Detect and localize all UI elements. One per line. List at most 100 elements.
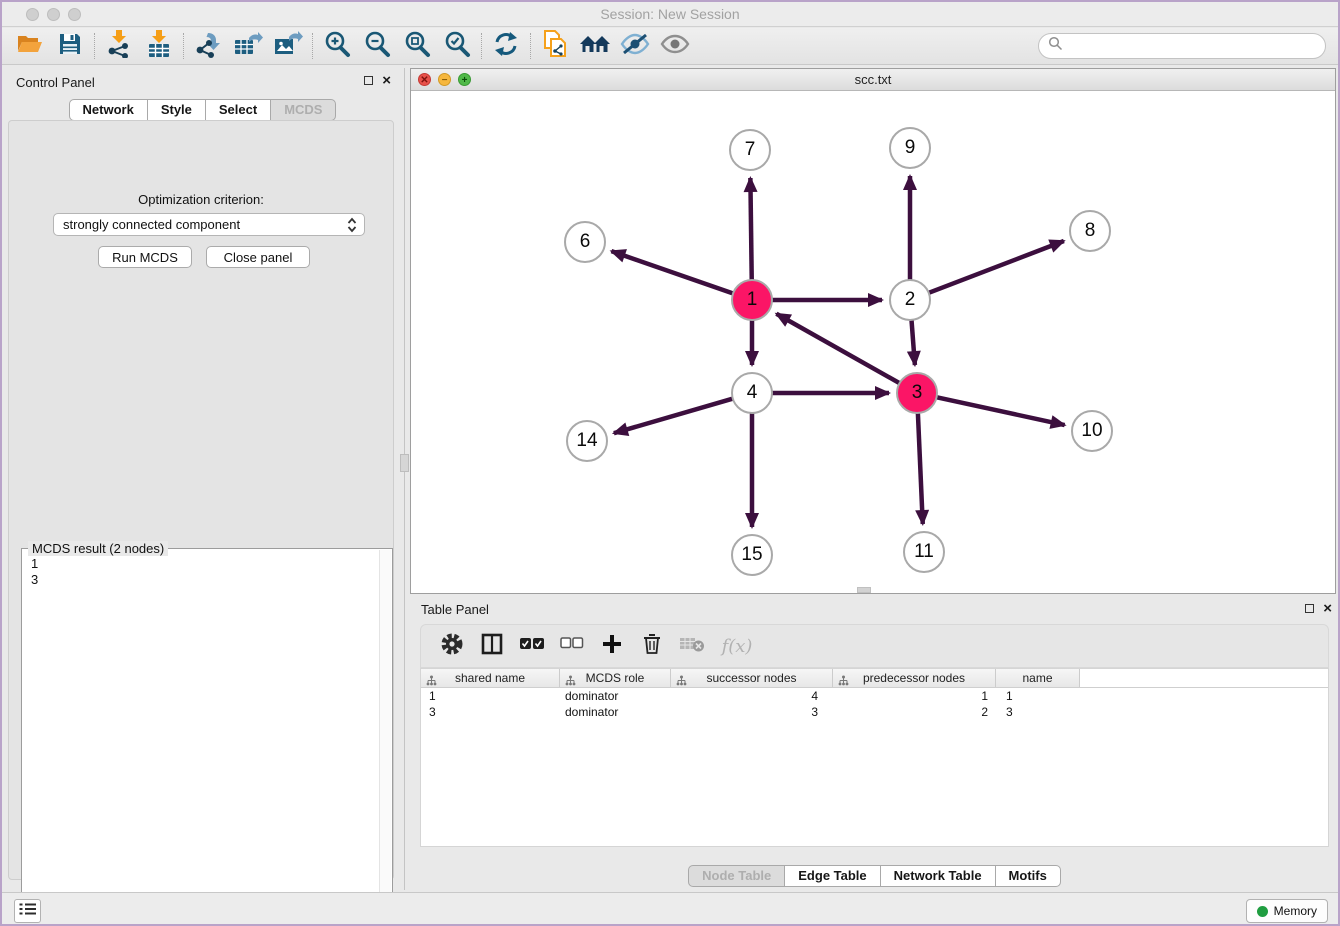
zoom-in-button[interactable]	[317, 31, 357, 61]
tab-style[interactable]: Style	[147, 99, 206, 121]
graph-edge-3-1[interactable]	[776, 314, 901, 384]
graph-edge-3-10[interactable]	[935, 397, 1065, 425]
tree-icon	[426, 673, 437, 691]
refresh-view-button[interactable]	[486, 31, 526, 61]
graph-node-10[interactable]: 10	[1071, 410, 1113, 452]
column-header-mcds-role[interactable]: MCDS role	[560, 669, 671, 687]
select-all-columns-button[interactable]	[519, 633, 545, 659]
result-scrollbar[interactable]	[379, 550, 391, 923]
tab-edge-table[interactable]: Edge Table	[784, 865, 880, 887]
checked-boxes-icon	[519, 637, 545, 656]
hide-selected-button[interactable]	[615, 31, 655, 61]
float-table-panel-icon[interactable]	[1305, 604, 1314, 613]
export-table-button[interactable]	[228, 31, 268, 61]
toolbar-separator	[94, 33, 95, 59]
show-all-button[interactable]	[655, 31, 695, 61]
memory-button[interactable]: Memory	[1246, 899, 1328, 923]
panel-divider	[404, 68, 405, 890]
graph-node-1[interactable]: 1	[731, 279, 773, 321]
zoom-out-icon	[363, 30, 391, 63]
graph-node-8[interactable]: 8	[1069, 210, 1111, 252]
title-bar: Session: New Session	[2, 2, 1338, 27]
tab-select[interactable]: Select	[205, 99, 271, 121]
show-columns-button[interactable]	[479, 633, 505, 659]
network-window-title: scc.txt	[411, 72, 1335, 87]
graph-edge-3-11[interactable]	[918, 411, 923, 524]
zoom-out-button[interactable]	[357, 31, 397, 61]
zoom-fit-button[interactable]	[397, 31, 437, 61]
toolbar-separator	[312, 33, 313, 59]
graph-node-4[interactable]: 4	[731, 372, 773, 414]
mcds-result-title: MCDS result (2 nodes)	[28, 541, 168, 556]
float-panel-icon[interactable]	[364, 76, 373, 85]
graph-edge-1-6[interactable]	[611, 251, 735, 294]
save-session-button[interactable]	[50, 31, 90, 61]
graph-node-6[interactable]: 6	[564, 221, 606, 263]
tab-motifs[interactable]: Motifs	[995, 865, 1061, 887]
close-table-panel-icon[interactable]: ×	[1323, 604, 1332, 613]
graph-node-15[interactable]: 15	[731, 534, 773, 576]
column-header-shared-name[interactable]: shared name	[421, 669, 560, 687]
import-network-button[interactable]	[99, 31, 139, 61]
task-history-button[interactable]	[14, 899, 41, 923]
criterion-dropdown[interactable]: strongly connected component	[53, 213, 365, 236]
tab-node-table[interactable]: Node Table	[688, 865, 785, 887]
export-table-icon	[233, 30, 263, 63]
graph-edge-2-3[interactable]	[911, 318, 915, 365]
network-window: ✕ − + scc.txt 7 9 6 8 1 2 4 3 14 10 15 11	[410, 68, 1336, 594]
unselect-all-columns-button[interactable]	[559, 633, 585, 659]
function-builder-button[interactable]: f(x)	[719, 633, 755, 659]
graph-node-7[interactable]: 7	[729, 129, 771, 171]
graph-node-2[interactable]: 2	[889, 279, 931, 321]
application-window: Session: New Session	[0, 0, 1340, 926]
columns-icon	[481, 633, 503, 660]
tab-network[interactable]: Network	[69, 99, 148, 121]
graph-edge-1-7[interactable]	[750, 178, 751, 282]
tab-network-table[interactable]: Network Table	[880, 865, 996, 887]
column-header-predecessor-nodes[interactable]: predecessor nodes	[833, 669, 996, 687]
create-column-button[interactable]	[599, 633, 625, 659]
search-input[interactable]	[1063, 39, 1325, 54]
table-row[interactable]: 3 dominator 3 2 3	[421, 704, 1328, 720]
duplicate-network-button[interactable]	[535, 31, 575, 61]
close-panel-button[interactable]: Close panel	[206, 246, 310, 268]
open-file-button[interactable]	[10, 31, 50, 61]
column-header-name[interactable]: name	[996, 669, 1080, 687]
network-canvas[interactable]: 7 9 6 8 1 2 4 3 14 10 15 11	[411, 91, 1335, 593]
graph-node-3[interactable]: 3	[896, 372, 938, 414]
table-row[interactable]: 1 dominator 4 1 1	[421, 688, 1328, 704]
control-panel-title: Control Panel	[16, 75, 95, 90]
edge-layer-svg	[411, 91, 1335, 593]
gear-icon	[440, 632, 464, 661]
graph-node-11[interactable]: 11	[903, 531, 945, 573]
graph-edge-4-14[interactable]	[614, 398, 735, 433]
horizontal-splitter-handle[interactable]	[857, 587, 871, 593]
column-header-successor-nodes[interactable]: successor nodes	[671, 669, 833, 687]
mcds-result-lines: 1 3	[31, 556, 38, 588]
delete-column-button[interactable]	[639, 633, 665, 659]
import-table-icon	[146, 30, 172, 63]
zoom-selected-button[interactable]	[437, 31, 477, 61]
save-floppy-icon	[58, 32, 82, 61]
import-table-button[interactable]	[139, 31, 179, 61]
graph-node-14[interactable]: 14	[566, 420, 608, 462]
export-image-button[interactable]	[268, 31, 308, 61]
export-network-button[interactable]	[188, 31, 228, 61]
delete-table-button[interactable]	[679, 633, 705, 659]
export-network-icon	[194, 30, 222, 63]
mcds-result-box: MCDS result (2 nodes) 1 3	[21, 548, 393, 925]
run-mcds-button[interactable]: Run MCDS	[98, 246, 192, 268]
search-field[interactable]	[1038, 33, 1326, 59]
tree-icon	[565, 673, 576, 691]
vertical-splitter-handle[interactable]	[400, 454, 409, 472]
tab-mcds[interactable]: MCDS	[270, 99, 336, 121]
graph-edge-2-8[interactable]	[927, 241, 1064, 294]
window-title: Session: New Session	[2, 6, 1338, 22]
graph-node-9[interactable]: 9	[889, 127, 931, 169]
node-table: shared name MCDS role successor nodes pr…	[420, 668, 1329, 847]
first-neighbors-button[interactable]	[575, 31, 615, 61]
network-window-titlebar[interactable]: ✕ − + scc.txt	[411, 69, 1335, 91]
table-settings-button[interactable]	[439, 633, 465, 659]
close-panel-icon[interactable]: ×	[382, 76, 391, 85]
table-toolbar: f(x)	[420, 624, 1329, 668]
